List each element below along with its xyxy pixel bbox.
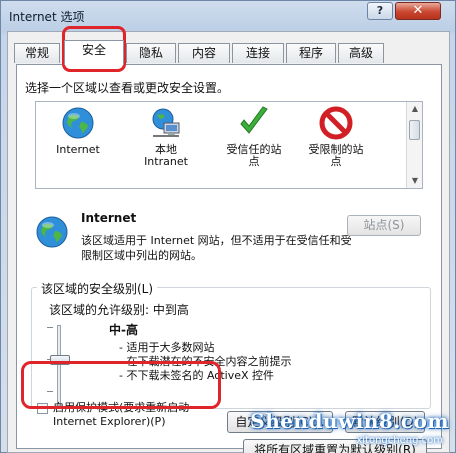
zone-trusted-sites[interactable]: 受信任的站 点 — [216, 106, 292, 168]
zone-internet[interactable]: Internet — [40, 106, 116, 156]
zone-label-trusted: 受信任的站 点 — [226, 143, 282, 168]
tab-advanced[interactable]: 高级 — [338, 43, 384, 63]
watermark: Shenduwin8.com xitongcheng.com — [250, 401, 455, 451]
security-panel: 选择一个区域以查看或更改安全设置。 Internet 本地 Intranet 受… — [16, 64, 442, 453]
zone-list: Internet 本地 Intranet 受信任的站 点 受限制的站 点 ▲ ▼ — [35, 101, 423, 189]
level-item: 适用于大多数网站 — [119, 341, 291, 355]
tab-security[interactable]: 安全 — [64, 40, 124, 65]
dialog-client: 常规 安全 隐私 内容 连接 程序 高级 选择一个区域以查看或更改安全设置。 I… — [7, 31, 450, 453]
level-item: 在下载潜在的不安全内容之前提示 — [119, 355, 291, 369]
security-level-slider-track[interactable] — [57, 325, 61, 407]
slider-tick — [47, 327, 53, 328]
tab-connections[interactable]: 连接 — [232, 43, 284, 63]
zone-label-intranet: 本地 Intranet — [144, 143, 188, 168]
allowed-levels-text: 该区域的允许级别: 中到高 — [49, 303, 189, 317]
zone-label-restricted: 受限制的站 点 — [308, 143, 364, 168]
tab-privacy[interactable]: 隐私 — [126, 43, 176, 63]
protected-mode-checkbox[interactable] — [37, 403, 48, 414]
close-button[interactable]: ✕ — [395, 2, 441, 20]
security-level-name: 中-高 — [109, 323, 138, 337]
scroll-down-icon[interactable]: ▼ — [407, 174, 423, 188]
intranet-icon — [152, 108, 180, 137]
scroll-thumb[interactable] — [409, 120, 420, 140]
scroll-up-icon[interactable]: ▲ — [407, 102, 423, 116]
watermark-sub: xitongcheng.com — [356, 435, 443, 446]
zone-label-internet: Internet — [56, 143, 100, 156]
zone-restricted-sites[interactable]: 受限制的站 点 — [298, 106, 374, 168]
zone-local-intranet[interactable]: 本地 Intranet — [128, 106, 204, 168]
internet-options-window: Internet 选项 ? ✕ 常规 安全 隐私 内容 连接 程序 高级 选择一… — [0, 0, 456, 453]
protected-mode-label: 启用保护模式(要求重新启动 Internet Explorer)(P) — [53, 401, 190, 428]
help-button[interactable]: ? — [367, 2, 393, 20]
slider-tick — [47, 391, 53, 392]
watermark-main: Shenduwin8.com — [250, 409, 449, 433]
security-level-description: 适用于大多数网站 在下载潜在的不安全内容之前提示 不下载未签名的 ActiveX… — [119, 341, 291, 383]
no-entry-icon — [319, 106, 353, 140]
selected-zone-description: 该区域适用于 Internet 网站，但不适用于在受信任和受限制区域中列出的网站… — [81, 234, 352, 262]
zone-caption: 选择一个区域以查看或更改安全设置。 — [25, 81, 230, 95]
security-level-slider-thumb[interactable] — [50, 355, 70, 365]
selected-zone-title: Internet — [81, 211, 137, 225]
title-bar[interactable]: Internet 选项 ? ✕ — [1, 1, 455, 31]
globe-icon — [62, 107, 94, 139]
sites-button[interactable]: 站点(S) — [347, 215, 421, 236]
tab-general[interactable]: 常规 — [14, 43, 60, 63]
zone-scrollbar[interactable]: ▲ ▼ — [406, 102, 422, 188]
window-title: Internet 选项 — [9, 10, 85, 24]
tab-programs[interactable]: 程序 — [286, 43, 336, 63]
selected-zone-globe-icon — [36, 216, 68, 248]
security-level-label: 该区域的安全级别(L) — [37, 280, 158, 297]
check-icon — [240, 106, 268, 134]
tab-content[interactable]: 内容 — [178, 43, 230, 63]
level-item: 不下载未签名的 ActiveX 控件 — [119, 369, 291, 383]
